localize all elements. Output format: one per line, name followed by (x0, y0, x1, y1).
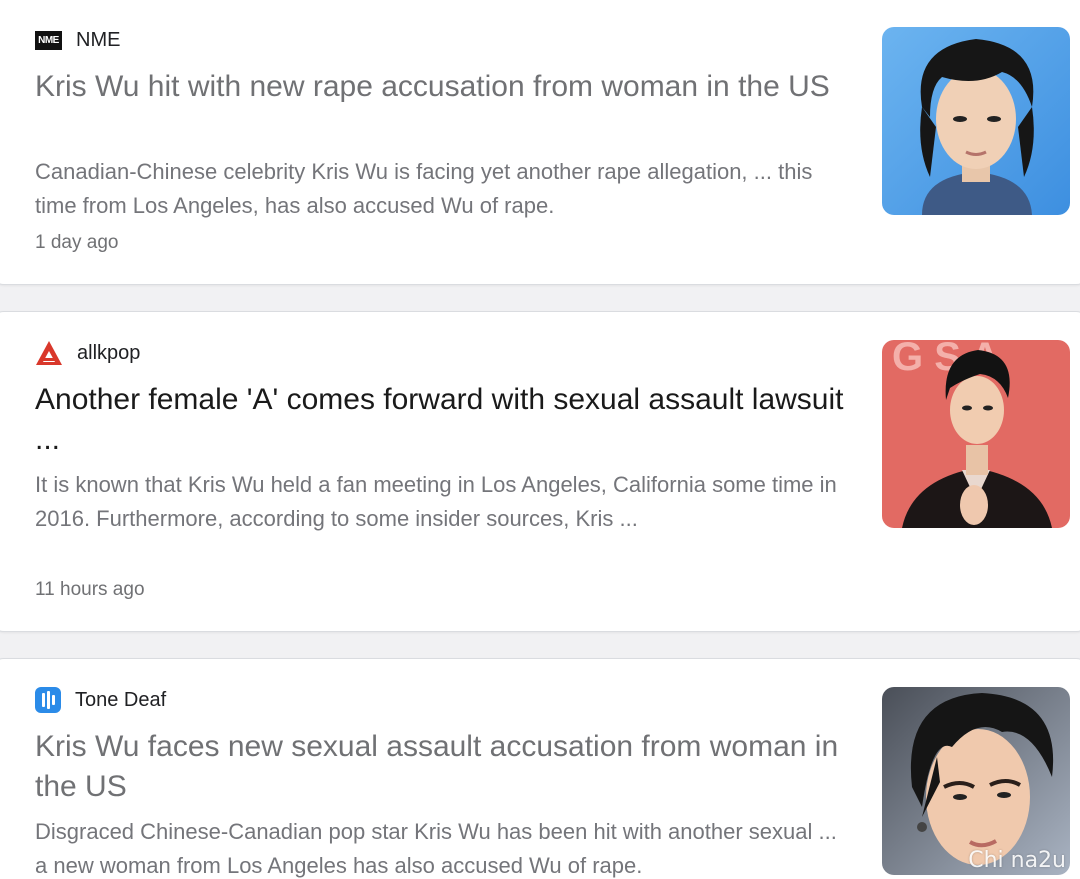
article-timestamp: 11 hours ago (35, 579, 145, 600)
source-name: NME (76, 28, 121, 51)
article-timestamp: 1 day ago (35, 232, 119, 253)
article-snippet: Canadian-Chinese celebrity Kris Wu is fa… (35, 159, 813, 218)
portrait-photo (882, 27, 1070, 215)
source-row: Tone Deaf (35, 685, 166, 715)
source-row: allkpop (35, 338, 140, 368)
headline-link[interactable]: Kris Wu hit with new rape accusation fro… (35, 67, 855, 107)
watermark: Chi na2u (968, 848, 1066, 873)
article-thumbnail[interactable]: Chi na2u (882, 687, 1070, 875)
article-snippet: Disgraced Chinese-Canadian pop star Kris… (35, 819, 837, 878)
tonedeaf-logo-icon (35, 687, 61, 713)
article-thumbnail[interactable] (882, 27, 1070, 215)
allkpop-logo-icon (35, 339, 63, 367)
nme-logo-icon: NME (35, 30, 62, 50)
headline-link[interactable]: Kris Wu faces new sexual assault accusat… (35, 727, 855, 807)
article-snippet: It is known that Kris Wu held a fan meet… (35, 472, 837, 531)
performance-photo (882, 687, 1070, 875)
event-photo: G S A (882, 340, 1070, 528)
source-name: Tone Deaf (75, 688, 167, 711)
headline-link[interactable]: Another female 'A' comes forward with se… (35, 380, 855, 460)
source-name: allkpop (77, 341, 141, 364)
source-row: NME NME (35, 25, 120, 55)
article-thumbnail[interactable]: G S A (882, 340, 1070, 528)
